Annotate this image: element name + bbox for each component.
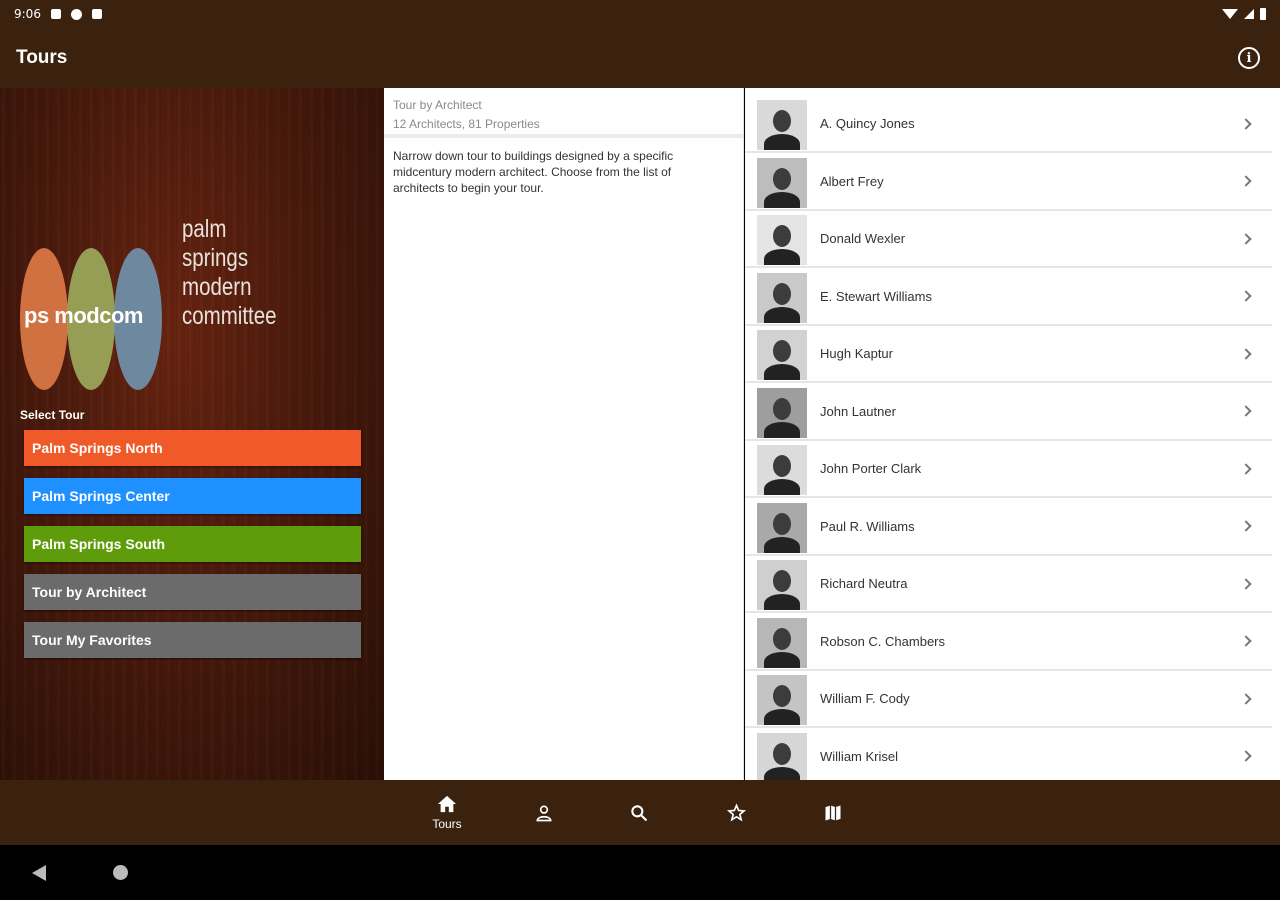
architect-photo xyxy=(757,560,807,610)
architect-photo xyxy=(757,272,807,323)
tour-button-my-favorites[interactable]: Tour My Favorites xyxy=(24,622,361,658)
architect-name: Paul R. Williams xyxy=(820,518,915,534)
page-title: Tours xyxy=(16,47,68,68)
architect-photo xyxy=(757,215,807,265)
chevron-right-icon xyxy=(1240,175,1252,187)
select-tour-label: Select Tour xyxy=(20,408,85,422)
chevron-right-icon xyxy=(1240,117,1252,130)
settings-icon xyxy=(70,8,82,20)
architect-row[interactable]: Albert Frey xyxy=(745,154,1272,211)
detail-subtitle: 12 Architects, 81 Properties xyxy=(393,117,540,131)
detail-title: Tour by Architect xyxy=(393,98,482,112)
logo-line: palm xyxy=(182,215,227,243)
system-home-button[interactable] xyxy=(113,865,128,880)
psmodcom-logo: ps modcom palm springs modern committee xyxy=(20,215,360,393)
architect-row[interactable]: Hugh Kaptur xyxy=(745,326,1272,383)
logo-line: springs xyxy=(182,244,249,272)
architect-name: E. Stewart Williams xyxy=(820,288,932,304)
chevron-right-icon xyxy=(1240,232,1252,245)
nav-architects[interactable] xyxy=(514,780,574,845)
architect-name: William Krisel xyxy=(820,748,898,764)
nav-favorites[interactable] xyxy=(706,780,766,845)
logo-inner-text: ps modcom xyxy=(24,303,143,328)
battery-icon xyxy=(1260,8,1266,20)
architect-name: Albert Frey xyxy=(820,173,884,189)
star-icon xyxy=(726,802,746,821)
tour-button-by-architect[interactable]: Tour by Architect xyxy=(24,574,361,610)
architect-row[interactable]: William Krisel xyxy=(745,729,1272,780)
architect-name: Hugh Kaptur xyxy=(820,346,893,361)
notification-icon xyxy=(50,9,61,19)
architect-photo xyxy=(757,157,807,208)
chevron-right-icon xyxy=(1240,462,1252,475)
logo-line: committee xyxy=(182,302,277,330)
architect-photo xyxy=(757,675,807,725)
chevron-right-icon xyxy=(1240,520,1252,532)
tour-button-palm-springs-south[interactable]: Palm Springs South xyxy=(24,526,361,562)
bottom-navigation: Tours xyxy=(0,780,1280,845)
architect-row[interactable]: Paul R. Williams xyxy=(745,499,1272,556)
architect-row[interactable]: John Lautner xyxy=(745,384,1272,441)
detail-description: Narrow down tour to buildings designed b… xyxy=(393,149,674,195)
nav-tours[interactable]: Tours xyxy=(417,780,477,845)
chevron-right-icon xyxy=(1240,405,1252,417)
architect-list: A. Quincy Jones Albert Frey Donald Wexler E… xyxy=(745,88,1280,780)
chevron-right-icon xyxy=(1240,750,1252,762)
person-icon xyxy=(536,805,552,821)
architect-row[interactable]: Donald Wexler xyxy=(745,211,1272,268)
chevron-right-icon xyxy=(1240,290,1252,302)
home-icon xyxy=(437,795,457,813)
architect-name: Richard Neutra xyxy=(820,576,908,591)
signal-icon xyxy=(1244,9,1254,19)
info-button[interactable]: i xyxy=(1238,47,1260,69)
tour-detail-panel: Tour by Architect 12 Architects, 81 Prop… xyxy=(384,88,744,780)
chevron-right-icon xyxy=(1240,577,1252,590)
search-icon xyxy=(631,804,648,821)
architect-row[interactable]: A. Quincy Jones xyxy=(745,96,1272,153)
wifi-icon xyxy=(1222,9,1238,19)
architect-row[interactable]: Robson C. Chambers xyxy=(745,614,1272,671)
architect-row[interactable]: Richard Neutra xyxy=(745,556,1272,613)
chevron-right-icon xyxy=(1240,635,1252,647)
system-back-button[interactable] xyxy=(32,865,46,881)
architect-photo xyxy=(757,100,807,150)
sd-card-icon xyxy=(91,9,102,19)
architect-photo xyxy=(757,330,807,380)
architect-name: A. Quincy Jones xyxy=(820,116,915,131)
nav-map[interactable] xyxy=(803,780,863,845)
app-bar: Tours i xyxy=(0,28,1280,88)
info-icon: i xyxy=(1246,50,1252,66)
architect-photo xyxy=(757,617,807,668)
tour-button-palm-springs-center[interactable]: Palm Springs Center xyxy=(24,478,361,514)
status-time: 9:06 xyxy=(14,7,41,21)
logo-wordmark: palm springs modern committee xyxy=(182,215,277,331)
architect-row[interactable]: William F. Cody xyxy=(745,671,1272,728)
system-navigation-bar xyxy=(0,845,1280,900)
architect-photo xyxy=(757,387,807,438)
tour-selection-panel: ps modcom palm springs modern committee … xyxy=(0,88,384,780)
map-icon xyxy=(825,805,841,820)
chevron-right-icon xyxy=(1240,692,1252,705)
architect-name: Donald Wexler xyxy=(820,231,906,246)
architect-name: John Porter Clark xyxy=(820,461,922,476)
detail-header: Tour by Architect 12 Architects, 81 Prop… xyxy=(384,88,743,138)
architect-photo xyxy=(757,732,807,780)
logo-line: modern xyxy=(182,273,252,301)
architect-photo xyxy=(757,502,807,553)
chevron-right-icon xyxy=(1240,347,1252,360)
nav-tours-label: Tours xyxy=(432,817,462,831)
architect-name: John Lautner xyxy=(820,403,896,419)
architect-row[interactable]: John Porter Clark xyxy=(745,441,1272,498)
architect-name: William F. Cody xyxy=(820,691,910,706)
architect-name: Robson C. Chambers xyxy=(820,633,945,649)
tour-button-palm-springs-north[interactable]: Palm Springs North xyxy=(24,430,361,466)
status-bar: 9:06 xyxy=(0,0,1280,28)
nav-search[interactable] xyxy=(609,780,669,845)
architect-row[interactable]: E. Stewart Williams xyxy=(745,269,1272,326)
architect-photo xyxy=(757,445,807,495)
